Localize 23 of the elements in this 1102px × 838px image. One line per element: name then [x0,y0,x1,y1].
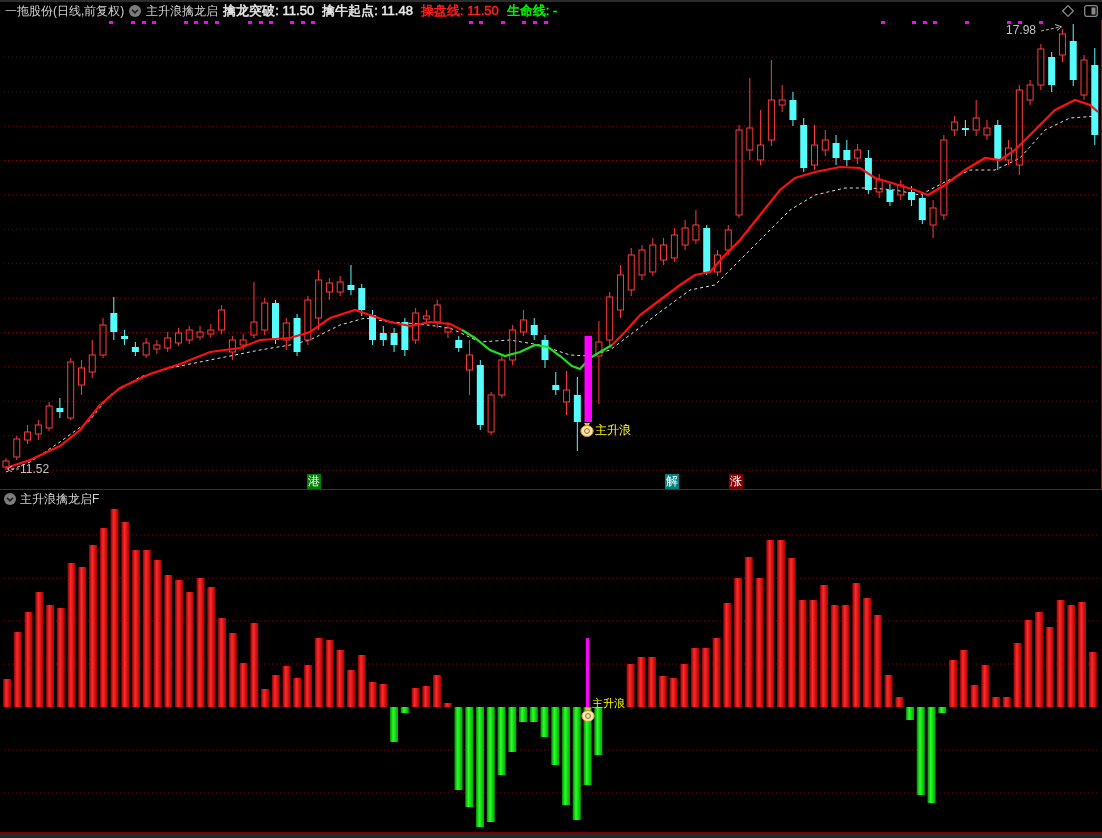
indicator-reading: 操盘线: 11.50 [420,4,499,18]
leader-arrow [7,465,20,473]
signal-label: 主升浪 [595,424,631,437]
leader-arrow [1040,24,1062,32]
money-bag-icon [580,423,594,437]
high-price-label: 17.98 [1006,24,1037,37]
indicator-name: 主升浪擒龙启 [146,4,219,18]
signal-spike [586,638,589,707]
signal-label: 主升浪 [592,697,625,710]
collapse-icon[interactable] [129,5,142,17]
panel-toggle-icon[interactable] [1084,5,1098,17]
indicator-reading: 擒龙突破: 11.50 [223,4,315,18]
indicator-panel-title: 主升浪擒龙启F [20,492,100,506]
event-tag: 涨 [729,474,743,489]
low-price-label: 11.52 [20,463,50,476]
money-bag-icon [581,708,595,722]
event-tag: 港 [307,474,321,489]
diamond-icon[interactable] [1062,5,1074,17]
indicator-reading: 擒牛起点: 11.48 [322,4,413,18]
indicator-reading: 生命线: - [506,4,558,18]
collapse-icon[interactable] [4,493,16,505]
event-tag: 解 [665,474,679,489]
stock-title: 一拖股份(日线,前复权) [5,4,125,18]
